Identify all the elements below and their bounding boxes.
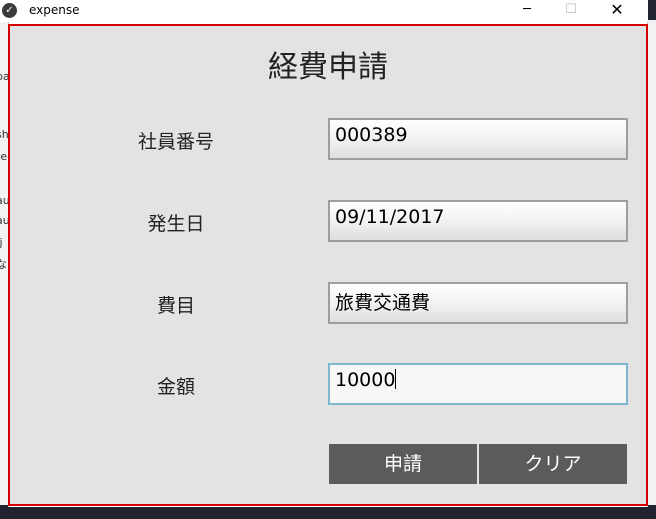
employee-number-input[interactable]: 000389: [328, 118, 628, 160]
amount-label: 金額: [156, 376, 195, 398]
expense-form-panel: 経費申請 社員番号 000389 発生日 09/11/2017 費目 旅費交通費…: [8, 24, 648, 506]
background-text-fragment: な: [0, 258, 7, 271]
maximize-button[interactable]: ☐: [548, 0, 594, 20]
background-window-strip-right: [648, 20, 656, 505]
amount-input[interactable]: 10000: [328, 363, 628, 405]
kivy-icon: ✓: [2, 3, 17, 18]
date-label: 発生日: [147, 213, 205, 235]
background-text-fragment: ba: [0, 70, 8, 83]
title-bar[interactable]: ✓ expense ─ ☐ ✕: [0, 0, 648, 22]
clear-button[interactable]: クリア: [479, 444, 627, 484]
page-title: 経費申請: [268, 50, 388, 85]
text-caret: [395, 369, 397, 389]
background-window-strip: 今 ba sh te au au .j な: [0, 0, 8, 505]
expense-item-input[interactable]: 旅費交通費: [328, 282, 628, 324]
background-text-fragment: au: [0, 214, 8, 227]
amount-value: 10000: [335, 369, 396, 391]
minimize-button[interactable]: ─: [504, 0, 550, 20]
background-text-fragment: te: [0, 150, 8, 163]
window-title: expense: [29, 3, 80, 17]
expense-item-label: 費目: [156, 295, 195, 317]
background-text-fragment: au: [0, 194, 8, 207]
close-button[interactable]: ✕: [594, 0, 640, 20]
submit-button[interactable]: 申請: [329, 444, 477, 484]
background-text-fragment: sh: [0, 128, 8, 141]
employee-number-label: 社員番号: [137, 131, 214, 153]
background-text-fragment: .j: [0, 236, 3, 249]
date-input[interactable]: 09/11/2017: [328, 200, 628, 242]
